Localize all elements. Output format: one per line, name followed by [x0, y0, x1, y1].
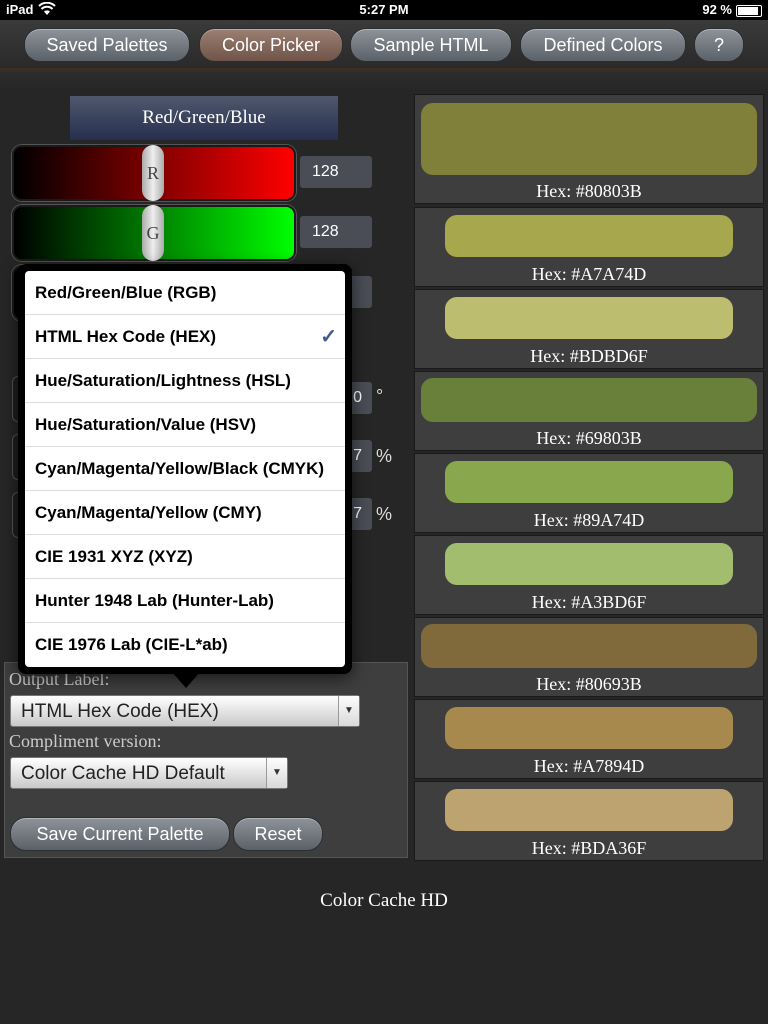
- swatch-hex-label: Hex: #A7894D: [533, 756, 645, 776]
- degree-unit: °: [376, 386, 384, 406]
- swatch-cell[interactable]: Hex: #BDA36F: [414, 781, 764, 861]
- color-swatch: [445, 215, 733, 257]
- color-mode-button[interactable]: Red/Green/Blue: [70, 96, 338, 140]
- red-value-field[interactable]: 128: [300, 156, 372, 188]
- popover-arrow: [172, 672, 200, 688]
- swatch-cell[interactable]: Hex: #89A74D: [414, 453, 764, 533]
- red-slider[interactable]: R: [12, 145, 296, 201]
- swatch-hex-label: Hex: #BDBD6F: [530, 346, 648, 366]
- compliment-caption: Compliment version:: [9, 731, 162, 751]
- percent-unit: %: [376, 446, 393, 466]
- nav-divider: [0, 68, 768, 92]
- checkmark-icon: ✓: [320, 326, 337, 348]
- swatch-cell[interactable]: Hex: #A3BD6F: [414, 535, 764, 615]
- tab-sample-html[interactable]: Sample HTML: [350, 28, 512, 62]
- format-option-xyz[interactable]: CIE 1931 XYZ (XYZ): [25, 535, 345, 579]
- color-swatch: [445, 297, 733, 339]
- output-label-select[interactable]: HTML Hex Code (HEX) ▼: [10, 695, 360, 727]
- format-option-label: CIE 1976 Lab (CIE-L*ab): [35, 635, 228, 654]
- output-label-value: HTML Hex Code (HEX): [21, 701, 219, 722]
- format-option-hsl[interactable]: Hue/Saturation/Lightness (HSL): [25, 359, 345, 403]
- format-option-label: Hue/Saturation/Value (HSV): [35, 415, 257, 434]
- format-option-label: Hunter 1948 Lab (Hunter-Lab): [35, 591, 274, 610]
- clock: 5:27 PM: [359, 2, 409, 17]
- tab-saved-palettes[interactable]: Saved Palettes: [24, 28, 190, 62]
- color-swatch: [445, 543, 733, 585]
- output-format-popover: Red/Green/Blue (RGB) HTML Hex Code (HEX)…: [18, 264, 352, 674]
- swatch-hex-label: Hex: #BDA36F: [531, 838, 647, 858]
- green-slider[interactable]: G: [12, 205, 296, 261]
- red-slider-knob[interactable]: R: [142, 145, 164, 201]
- swatch-hex-label: Hex: #80803B: [536, 181, 642, 201]
- format-option-cmy[interactable]: Cyan/Magenta/Yellow (CMY): [25, 491, 345, 535]
- swatch-hex-label: Hex: #69803B: [536, 428, 642, 448]
- top-nav: Saved Palettes Color Picker Sample HTML …: [0, 20, 768, 68]
- main-color-swatch: [421, 103, 757, 175]
- chevron-down-icon: ▼: [266, 758, 287, 788]
- tab-defined-colors[interactable]: Defined Colors: [520, 28, 686, 62]
- settings-panel: Output Label: HTML Hex Code (HEX) ▼ Comp…: [4, 662, 408, 858]
- format-option-hex[interactable]: HTML Hex Code (HEX) ✓: [25, 315, 345, 359]
- color-swatch: [445, 461, 733, 503]
- swatch-cell[interactable]: Hex: #80693B: [414, 617, 764, 697]
- tab-color-picker[interactable]: Color Picker: [199, 28, 343, 62]
- app-name: Color Cache HD: [320, 890, 448, 911]
- color-swatch: [421, 378, 757, 422]
- format-option-label: Cyan/Magenta/Yellow (CMY): [35, 503, 262, 522]
- compliment-select[interactable]: Color Cache HD Default ▼: [10, 757, 288, 789]
- green-value-field[interactable]: 128: [300, 216, 372, 248]
- output-format-list: Red/Green/Blue (RGB) HTML Hex Code (HEX)…: [25, 271, 345, 667]
- save-palette-button[interactable]: Save Current Palette: [10, 817, 230, 851]
- compliment-value: Color Cache HD Default: [21, 763, 225, 784]
- format-option-label: Hue/Saturation/Lightness (HSL): [35, 371, 291, 390]
- swatch-hex-label: Hex: #A3BD6F: [531, 592, 647, 612]
- percent-unit: %: [376, 504, 393, 524]
- swatch-cell[interactable]: Hex: #A7894D: [414, 699, 764, 779]
- swatch-cell-main[interactable]: Hex: #80803B: [414, 94, 764, 204]
- format-option-cmyk[interactable]: Cyan/Magenta/Yellow/Black (CMYK): [25, 447, 345, 491]
- format-option-cie-lab[interactable]: CIE 1976 Lab (CIE-L*ab): [25, 623, 345, 667]
- color-swatch: [445, 789, 733, 831]
- battery-icon: [736, 5, 762, 17]
- chevron-down-icon: ▼: [338, 696, 359, 726]
- format-option-label: HTML Hex Code (HEX): [35, 327, 217, 346]
- battery-percent: 92 %: [702, 2, 732, 17]
- swatch-hex-label: Hex: #89A74D: [533, 510, 645, 530]
- status-bar: iPad 5:27 PM 92 %: [0, 0, 768, 20]
- help-button[interactable]: ?: [694, 28, 744, 62]
- swatch-hex-label: Hex: #80693B: [536, 674, 642, 694]
- green-slider-knob[interactable]: G: [142, 205, 164, 261]
- color-swatch: [445, 707, 733, 749]
- format-option-hsv[interactable]: Hue/Saturation/Value (HSV): [25, 403, 345, 447]
- format-option-rgb[interactable]: Red/Green/Blue (RGB): [25, 271, 345, 315]
- swatch-cell[interactable]: Hex: #69803B: [414, 371, 764, 451]
- format-option-label: Red/Green/Blue (RGB): [35, 283, 217, 302]
- swatch-hex-label: Hex: #A7A74D: [531, 264, 647, 284]
- format-option-hunter-lab[interactable]: Hunter 1948 Lab (Hunter-Lab): [25, 579, 345, 623]
- swatch-cell[interactable]: Hex: #A7A74D: [414, 207, 764, 287]
- reset-button[interactable]: Reset: [233, 817, 323, 851]
- color-swatch: [421, 624, 757, 668]
- format-option-label: CIE 1931 XYZ (XYZ): [35, 547, 193, 566]
- format-option-label: Cyan/Magenta/Yellow/Black (CMYK): [35, 459, 325, 478]
- swatch-cell[interactable]: Hex: #BDBD6F: [414, 289, 764, 369]
